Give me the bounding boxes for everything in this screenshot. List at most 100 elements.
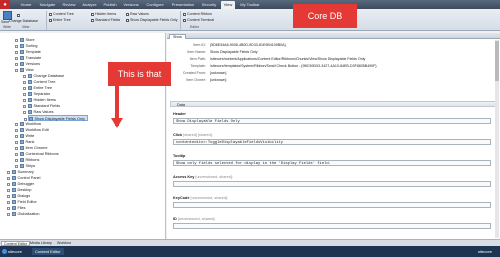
tooltip-field[interactable]: Show only fields selected for display in… bbox=[173, 160, 491, 166]
tree-node-label: Workflow bbox=[25, 122, 42, 126]
item-icon bbox=[12, 170, 16, 174]
expand-toggle-icon[interactable] bbox=[7, 212, 10, 216]
tab-home[interactable]: Home bbox=[17, 1, 35, 9]
expand-toggle-icon[interactable] bbox=[7, 170, 10, 174]
expand-toggle-icon[interactable] bbox=[7, 200, 10, 204]
content-ribbon-toggle[interactable]: Content Ribbon bbox=[183, 12, 212, 17]
item-icon bbox=[12, 200, 16, 204]
editor-scrollbar-thumb[interactable] bbox=[495, 41, 499, 81]
expand-toggle-icon[interactable] bbox=[15, 128, 18, 132]
expand-toggle-icon[interactable] bbox=[23, 110, 26, 114]
data-section-header[interactable]: Data bbox=[170, 101, 496, 107]
item-icon bbox=[20, 50, 24, 54]
tab-versions[interactable]: Versions bbox=[121, 1, 141, 9]
expand-toggle-icon[interactable] bbox=[15, 56, 18, 60]
expand-toggle-icon[interactable] bbox=[7, 194, 10, 198]
checkbox-icon bbox=[126, 12, 129, 16]
expand-toggle-icon[interactable] bbox=[15, 38, 18, 42]
expand-toggle-icon[interactable] bbox=[15, 68, 18, 72]
field-label-id: ID [unversioned, shared]: bbox=[173, 217, 216, 221]
hidden-items-toggle[interactable]: Hidden Items bbox=[91, 12, 116, 17]
ribbon-divider bbox=[180, 11, 181, 30]
tree-node-label: Show Displayable Fields Only bbox=[34, 117, 85, 121]
expand-toggle-icon[interactable] bbox=[23, 104, 26, 108]
taskbar-item-content-editor[interactable]: Content Editor bbox=[32, 248, 64, 255]
item-icon bbox=[12, 176, 16, 180]
tab-view[interactable]: View bbox=[221, 1, 235, 9]
expand-toggle-icon[interactable] bbox=[15, 122, 18, 126]
tree-node-label: Debugger bbox=[17, 182, 35, 186]
expand-toggle-icon[interactable] bbox=[7, 182, 10, 186]
change-database-button[interactable]: Change Database bbox=[9, 19, 38, 24]
field-label-tooltip: Tooltip bbox=[173, 154, 186, 158]
callout-arrow-icon bbox=[111, 118, 123, 128]
expand-toggle-icon[interactable] bbox=[15, 152, 18, 156]
expand-toggle-icon[interactable] bbox=[15, 140, 18, 144]
tree-node-label: View bbox=[25, 68, 34, 72]
content-tree-toggle[interactable]: Content Tree bbox=[49, 12, 74, 17]
expand-toggle-icon[interactable] bbox=[23, 86, 26, 90]
expand-toggle-icon[interactable] bbox=[15, 62, 18, 66]
tree-node-label: Globalization bbox=[17, 212, 40, 216]
item-icon bbox=[12, 206, 16, 210]
tree-node-label: Dialogs bbox=[17, 194, 31, 198]
show-displayable-fields-toggle[interactable]: Show Displayable Fields Only bbox=[126, 18, 178, 23]
tree-node-label: Sorting bbox=[25, 44, 38, 48]
tree-node-label: Control Panel bbox=[17, 176, 41, 180]
tree-node-label: Field Editor bbox=[17, 200, 37, 204]
expand-toggle-icon[interactable] bbox=[15, 164, 18, 168]
tree-node[interactable]: Globalization bbox=[7, 211, 40, 217]
click-field[interactable]: contenteditor:ToggleDisplayableFieldsVis… bbox=[173, 139, 491, 145]
tab-analyze[interactable]: Analyze bbox=[80, 1, 99, 9]
expand-toggle-icon[interactable] bbox=[15, 158, 18, 162]
expand-toggle-icon[interactable] bbox=[23, 98, 26, 102]
header-field[interactable]: Show Displayable Fields Only bbox=[173, 118, 491, 124]
tab-presentation[interactable]: Presentation bbox=[169, 1, 197, 9]
checkbox-icon bbox=[183, 12, 186, 16]
expand-toggle-icon[interactable] bbox=[7, 176, 10, 180]
entire-tree-toggle[interactable]: Entire Tree bbox=[49, 18, 71, 23]
expand-toggle-icon[interactable] bbox=[15, 50, 18, 54]
item-icon bbox=[20, 164, 24, 168]
tab-security[interactable]: Security bbox=[199, 1, 219, 9]
tree-node-label: Raw Values bbox=[33, 110, 54, 114]
item-icon bbox=[20, 44, 24, 48]
quick-info-row: Template:/sitecore/templates/System/Ribb… bbox=[190, 64, 377, 68]
tree-node-label: Desktop bbox=[17, 188, 32, 192]
item-icon bbox=[28, 98, 32, 102]
quick-info-row: Item ID: {5D6E54A6-9008-4B0D-9D33-81E9B41… bbox=[193, 43, 286, 47]
expand-toggle-icon[interactable] bbox=[7, 206, 10, 210]
tree-node-label: Standard Fields bbox=[33, 104, 61, 108]
item-icon bbox=[20, 56, 24, 60]
item-icon bbox=[20, 152, 24, 156]
field-label-access-key: Access Key [unversioned, shared]: bbox=[173, 175, 233, 179]
id-field[interactable] bbox=[173, 223, 491, 229]
tab-navigate[interactable]: Navigate bbox=[37, 1, 58, 9]
item-icon bbox=[28, 74, 32, 78]
group-label-editor: Editor bbox=[190, 25, 199, 29]
expand-toggle-icon[interactable] bbox=[23, 74, 26, 78]
content-terminal-toggle[interactable]: Content Terminal bbox=[183, 18, 214, 23]
expand-toggle-icon[interactable] bbox=[23, 92, 26, 96]
expand-toggle-icon[interactable] bbox=[7, 188, 10, 192]
tab-review[interactable]: Review bbox=[60, 1, 78, 9]
start-button[interactable]: sitecore bbox=[2, 248, 22, 255]
expand-toggle-icon[interactable] bbox=[15, 134, 18, 138]
expand-toggle-icon[interactable] bbox=[15, 44, 18, 48]
expand-toggle-icon[interactable] bbox=[15, 146, 18, 150]
item-icon bbox=[20, 128, 24, 132]
tab-my-toolbar[interactable]: My Toolbar bbox=[237, 1, 263, 9]
item-icon bbox=[20, 134, 24, 138]
keycode-field[interactable] bbox=[173, 202, 491, 208]
editor-tab[interactable]: Show bbox=[169, 33, 186, 39]
core-db-callout: Core DB bbox=[293, 4, 357, 28]
quick-info-row: Item Name: Show Displayable Fields Only bbox=[187, 50, 258, 54]
tab-publish[interactable]: Publish bbox=[101, 1, 119, 9]
access-key-field[interactable] bbox=[173, 181, 491, 187]
raw-values-toggle[interactable]: Raw Values bbox=[126, 12, 149, 17]
standard-fields-toggle[interactable]: Standard Fields bbox=[91, 18, 120, 23]
expand-toggle-icon[interactable] bbox=[23, 80, 26, 84]
item-icon bbox=[20, 38, 24, 42]
item-icon bbox=[28, 110, 32, 114]
tab-configure[interactable]: Configure bbox=[143, 1, 167, 9]
